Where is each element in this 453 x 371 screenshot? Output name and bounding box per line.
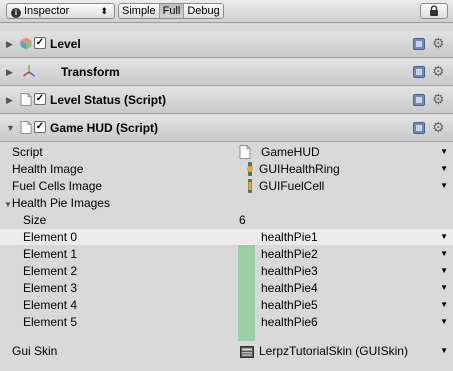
component-title: Game HUD (Script): [50, 121, 159, 135]
texture-icon: [248, 179, 252, 193]
property-value: GUIFuelCell: [259, 179, 325, 193]
chevron-down-icon[interactable]: ▼: [440, 178, 448, 194]
inspector-tab-dropdown[interactable]: i Inspector ⬍: [6, 3, 115, 19]
foldout-collapsed-icon[interactable]: ▶: [6, 67, 13, 78]
inspector-mode-segmented: Simple Full Debug: [118, 3, 224, 19]
property-value: healthPie3: [261, 264, 318, 278]
help-book-icon[interactable]: [413, 94, 425, 106]
array-size-field[interactable]: 6: [239, 212, 246, 228]
lock-button[interactable]: [420, 3, 448, 19]
array-element-row[interactable]: Element 2 healthPie3 ▼: [0, 263, 453, 279]
component-header-level[interactable]: ▶ ✓ Level ⚙: [0, 31, 453, 58]
property-label: Health Image: [12, 162, 84, 176]
gear-icon[interactable]: ⚙: [432, 63, 445, 80]
chevron-down-icon[interactable]: ▼: [440, 280, 448, 296]
array-element-row[interactable]: Element 5 healthPie6 ▼: [0, 314, 453, 330]
property-label: Script: [12, 145, 43, 159]
texture-icon: [247, 162, 253, 176]
help-book-icon[interactable]: [413, 122, 425, 134]
array-element-row[interactable]: Element 4 healthPie5 ▼: [0, 297, 453, 313]
mode-full-button[interactable]: Full: [159, 4, 185, 18]
component-title: Level Status (Script): [50, 93, 167, 107]
array-element-row[interactable]: Element 3 healthPie4 ▼: [0, 280, 453, 296]
property-label: Health Pie Images: [11, 196, 110, 210]
property-value: healthPie2: [261, 247, 318, 261]
property-script[interactable]: Script GameHUD ▼: [0, 144, 453, 160]
updown-arrows-icon: ⬍: [100, 6, 108, 16]
property-array-size[interactable]: Size 6: [0, 212, 453, 228]
level-status-enabled-checkbox[interactable]: ✓: [34, 93, 46, 105]
chevron-down-icon[interactable]: ▼: [440, 161, 448, 177]
property-gui-skin[interactable]: Gui Skin LerpzTutorialSkin (GUISkin) ▼: [0, 343, 453, 359]
property-label: Gui Skin: [12, 344, 58, 358]
property-label: Element 4: [23, 298, 78, 312]
chevron-down-icon[interactable]: ▼: [440, 343, 448, 359]
property-label: Element 2: [23, 264, 78, 278]
property-label: Element 0: [23, 230, 78, 244]
property-value: healthPie1: [261, 230, 318, 244]
chevron-down-icon[interactable]: ▼: [440, 246, 448, 262]
guiskin-icon: [240, 346, 254, 358]
chevron-down-icon[interactable]: ▼: [440, 144, 448, 160]
level-enabled-checkbox[interactable]: ✓: [34, 37, 46, 49]
inspector-toolbar: i Inspector ⬍ Simple Full Debug: [0, 0, 453, 23]
component-title: Level: [50, 37, 81, 51]
lock-icon: [430, 5, 438, 16]
array-foldout[interactable]: ▼Health Pie Images: [4, 195, 110, 213]
component-header-level-status[interactable]: ▶ ✓ Level Status (Script) ⚙: [0, 87, 453, 114]
foldout-expanded-icon[interactable]: ▼: [6, 123, 15, 133]
help-book-icon[interactable]: [413, 66, 425, 78]
chevron-down-icon[interactable]: ▼: [440, 229, 448, 245]
script-file-icon: [239, 145, 251, 159]
property-label: Element 1: [23, 247, 78, 261]
transform-axes-icon: [23, 65, 35, 77]
property-value: healthPie4: [261, 281, 318, 295]
chevron-down-icon[interactable]: ▼: [440, 297, 448, 313]
info-icon: i: [11, 8, 21, 18]
property-value: healthPie6: [261, 315, 318, 329]
gear-icon[interactable]: ⚙: [432, 91, 445, 108]
array-element-row[interactable]: Element 0 healthPie1 ▼: [0, 229, 453, 245]
foldout-expanded-icon: ▼: [4, 200, 12, 209]
property-health-pie-images[interactable]: ▼Health Pie Images: [0, 195, 453, 211]
property-label: Element 3: [23, 281, 78, 295]
component-title: Transform: [61, 65, 120, 79]
foldout-collapsed-icon[interactable]: ▶: [6, 95, 13, 106]
property-fuel-cells-image[interactable]: Fuel Cells Image GUIFuelCell ▼: [0, 178, 453, 194]
property-value: GUIHealthRing: [259, 162, 340, 176]
script-file-icon: [20, 93, 32, 106]
property-label: Fuel Cells Image: [12, 179, 103, 193]
mode-simple-button[interactable]: Simple: [119, 4, 160, 18]
property-value: LerpzTutorialSkin (GUISkin): [259, 344, 408, 358]
chevron-down-icon[interactable]: ▼: [440, 314, 448, 330]
gear-icon[interactable]: ⚙: [432, 119, 445, 136]
property-label: Element 5: [23, 315, 78, 329]
gear-icon[interactable]: ⚙: [432, 35, 445, 52]
game-hud-enabled-checkbox[interactable]: ✓: [34, 121, 46, 133]
component-header-transform[interactable]: ▶ Transform ⚙: [0, 59, 453, 86]
property-health-image[interactable]: Health Image GUIHealthRing ▼: [0, 161, 453, 177]
gameobject-cube-icon: [20, 37, 32, 50]
chevron-down-icon[interactable]: ▼: [440, 263, 448, 279]
script-file-icon: [20, 121, 32, 134]
property-value: healthPie5: [261, 298, 318, 312]
help-book-icon[interactable]: [413, 38, 425, 50]
mode-debug-button[interactable]: Debug: [184, 4, 223, 18]
inspector-window: i Inspector ⬍ Simple Full Debug ▶ ✓ Level…: [0, 0, 453, 371]
foldout-collapsed-icon[interactable]: ▶: [6, 39, 13, 50]
component-header-game-hud[interactable]: ▼ ✓ Game HUD (Script) ⚙: [0, 115, 453, 142]
array-element-row[interactable]: Element 1 healthPie2 ▼: [0, 246, 453, 262]
property-label: Size: [23, 213, 47, 227]
property-value: GameHUD: [261, 145, 320, 159]
